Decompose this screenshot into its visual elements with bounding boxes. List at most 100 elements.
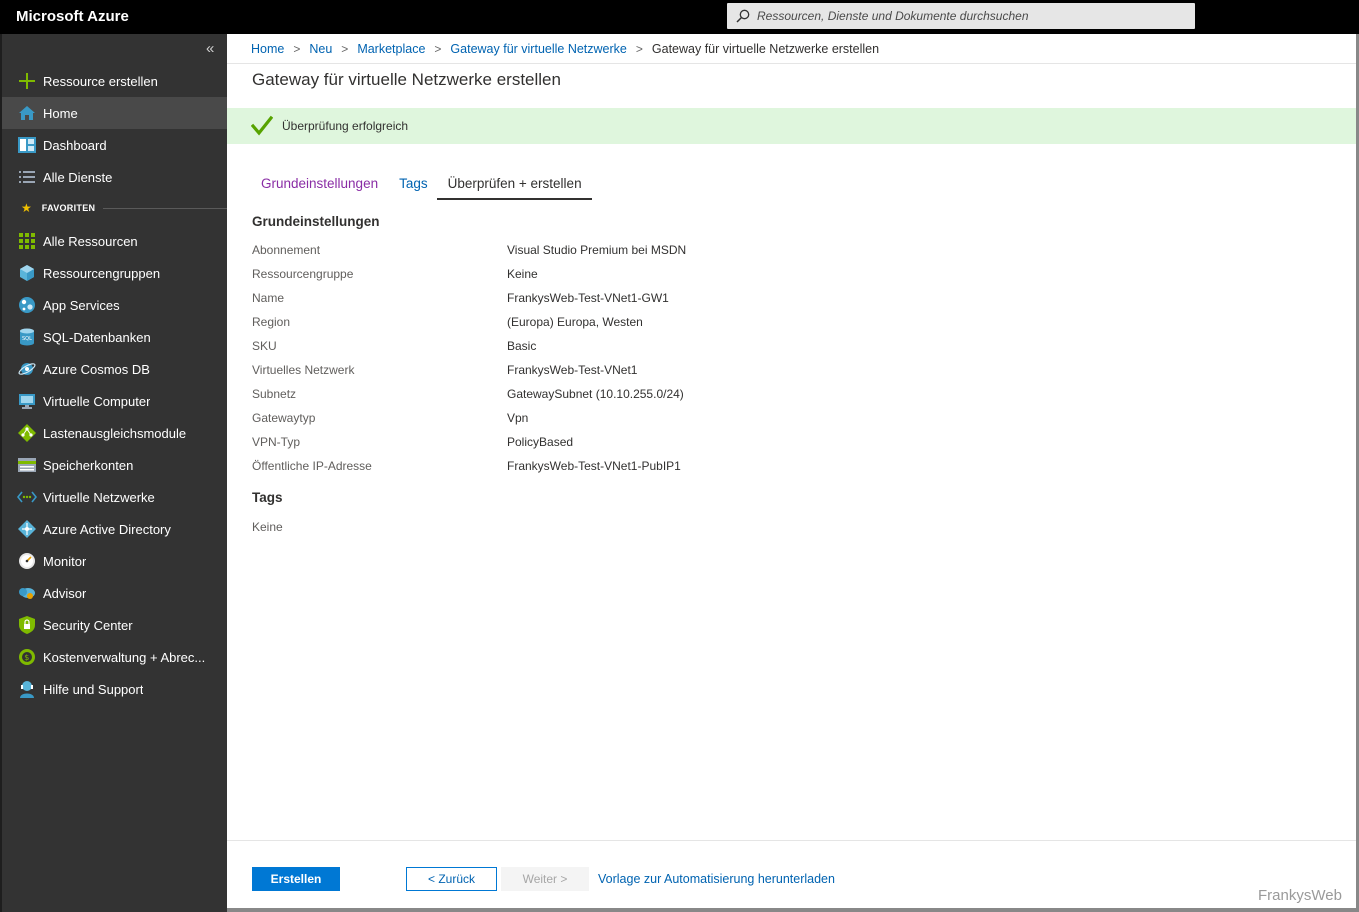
sidebar-item-dashboard[interactable]: Dashboard xyxy=(2,129,227,161)
summary-value: Keine xyxy=(507,267,538,281)
sidebar-item-label: Virtuelle Netzwerke xyxy=(43,489,155,505)
checkmark-icon xyxy=(251,115,273,136)
chevron-right-icon: > xyxy=(293,42,301,56)
aad-icon xyxy=(17,519,37,539)
sidebar-item-home[interactable]: Home xyxy=(2,97,227,129)
sidebar: « Ressource erstellen Home Dashboard All… xyxy=(0,34,227,912)
collapse-sidebar-icon[interactable]: « xyxy=(206,40,214,57)
sidebar-item-label: Azure Active Directory xyxy=(43,521,171,537)
breadcrumb-vnet-gateway[interactable]: Gateway für virtuelle Netzwerke xyxy=(450,42,626,56)
chevron-right-icon: > xyxy=(635,42,643,56)
sidebar-item-app-services[interactable]: App Services xyxy=(2,289,227,321)
sidebar-item-label: Advisor xyxy=(43,585,87,601)
tab-basics[interactable]: Grundeinstellungen xyxy=(252,174,387,200)
cosmos-icon xyxy=(17,359,37,379)
summary-key: Region xyxy=(252,315,291,329)
gauge-icon xyxy=(17,551,37,571)
star-icon: ★ xyxy=(21,201,32,215)
back-button[interactable]: < Zurück xyxy=(406,867,497,891)
sidebar-item-all-services[interactable]: Alle Dienste xyxy=(2,161,227,193)
favorites-header: ★ FAVORITEN xyxy=(2,200,227,216)
sidebar-item-virtual-machines[interactable]: Virtuelle Computer xyxy=(2,385,227,417)
chevron-right-icon: > xyxy=(434,42,442,56)
summary-value: GatewaySubnet (10.10.255.0/24) xyxy=(507,387,684,401)
summary-value: FrankysWeb-Test-VNet1 xyxy=(507,363,638,377)
grid-icon xyxy=(17,231,37,251)
summary-value: PolicyBased xyxy=(507,435,574,449)
section-heading-basics: Grundeinstellungen xyxy=(252,214,380,229)
sidebar-item-label: Monitor xyxy=(43,553,87,569)
summary-row: Gatewaytyp Vpn xyxy=(252,411,528,427)
summary-value: FrankysWeb-Test-VNet1-PubIP1 xyxy=(507,459,681,473)
sidebar-item-storage-accounts[interactable]: Speicherkonten xyxy=(2,449,227,481)
support-icon xyxy=(17,679,37,699)
sidebar-item-sql-databases[interactable]: SQL SQL-Datenbanken xyxy=(2,321,227,353)
summary-key: Öffentliche IP-Adresse xyxy=(252,459,372,473)
search-input[interactable] xyxy=(757,3,1187,29)
summary-row: Name FrankysWeb-Test-VNet1-GW1 xyxy=(252,291,669,307)
section-heading-tags: Tags xyxy=(252,490,283,505)
breadcrumb-new[interactable]: Neu xyxy=(309,42,332,56)
breadcrumb-home[interactable]: Home xyxy=(251,42,284,56)
advisor-icon xyxy=(17,583,37,603)
sidebar-item-all-resources[interactable]: Alle Ressourcen xyxy=(2,225,227,257)
sidebar-item-advisor[interactable]: Advisor xyxy=(2,577,227,609)
tab-review-create[interactable]: Überprüfen + erstellen xyxy=(436,174,592,200)
summary-key: Virtuelles Netzwerk xyxy=(252,363,355,377)
summary-row: Ressourcengruppe Keine xyxy=(252,267,538,283)
load-balancer-icon xyxy=(17,423,37,443)
shield-icon xyxy=(17,615,37,635)
search-icon xyxy=(736,9,750,23)
plus-icon xyxy=(17,71,37,91)
tab-tags[interactable]: Tags xyxy=(387,174,437,200)
sidebar-item-create-resource[interactable]: Ressource erstellen xyxy=(2,65,227,97)
dashboard-icon xyxy=(17,135,37,155)
storage-icon xyxy=(17,455,37,475)
breadcrumb-marketplace[interactable]: Marketplace xyxy=(357,42,425,56)
sidebar-item-cosmos-db[interactable]: Azure Cosmos DB xyxy=(2,353,227,385)
summary-row: Subnetz GatewaySubnet (10.10.255.0/24) xyxy=(252,387,684,403)
sidebar-item-security-center[interactable]: Security Center xyxy=(2,609,227,641)
sidebar-item-help-support[interactable]: Hilfe und Support xyxy=(2,673,227,705)
sidebar-item-monitor[interactable]: Monitor xyxy=(2,545,227,577)
app-services-icon xyxy=(17,295,37,315)
app-title[interactable]: Microsoft Azure xyxy=(16,8,129,25)
summary-row: Virtuelles Netzwerk FrankysWeb-Test-VNet1 xyxy=(252,363,637,379)
monitor-icon xyxy=(17,391,37,411)
sidebar-item-label: Alle Dienste xyxy=(43,169,113,185)
chevron-right-icon: > xyxy=(341,42,349,56)
sidebar-item-virtual-networks[interactable]: Virtuelle Netzwerke xyxy=(2,481,227,513)
watermark: FrankysWeb xyxy=(1258,887,1342,904)
sidebar-item-cost-management[interactable]: $ Kostenverwaltung + Abrec... xyxy=(2,641,227,673)
divider xyxy=(227,63,1356,64)
sidebar-item-label: Kostenverwaltung + Abrec... xyxy=(43,649,206,665)
svg-text:SQL: SQL xyxy=(22,336,32,342)
create-button[interactable]: Erstellen xyxy=(252,867,340,891)
sidebar-item-load-balancers[interactable]: Lastenausgleichsmodule xyxy=(2,417,227,449)
vnet-icon xyxy=(17,487,37,507)
sidebar-item-resource-groups[interactable]: Ressourcengruppen xyxy=(2,257,227,289)
svg-text:$: $ xyxy=(24,653,29,662)
summary-key: Ressourcengruppe xyxy=(252,267,354,281)
sidebar-item-azure-ad[interactable]: Azure Active Directory xyxy=(2,513,227,545)
summary-key: VPN-Typ xyxy=(252,435,301,449)
summary-row: SKU Basic xyxy=(252,339,536,355)
sidebar-item-label: Hilfe und Support xyxy=(43,681,144,697)
summary-value: Visual Studio Premium bei MSDN xyxy=(507,243,687,257)
global-search[interactable] xyxy=(727,3,1195,29)
sidebar-item-label: Dashboard xyxy=(43,137,107,153)
tab-bar: Grundeinstellungen Tags Überprüfen + ers… xyxy=(252,174,592,200)
sidebar-item-label: SQL-Datenbanken xyxy=(43,329,151,345)
tags-value: Keine xyxy=(252,520,283,534)
sidebar-item-label: Ressourcengruppen xyxy=(43,265,161,281)
cost-icon: $ xyxy=(17,647,37,667)
sidebar-item-label: App Services xyxy=(43,297,120,313)
main-panel: Home > Neu > Marketplace > Gateway für v… xyxy=(227,34,1356,908)
sidebar-item-label: Home xyxy=(43,105,78,121)
cube-icon xyxy=(17,263,37,283)
summary-value: (Europa) Europa, Westen xyxy=(507,315,643,329)
sidebar-item-label: Speicherkonten xyxy=(43,457,134,473)
sidebar-item-label: Alle Ressourcen xyxy=(43,233,138,249)
summary-value: Basic xyxy=(507,339,537,353)
download-template-link[interactable]: Vorlage zur Automatisierung herunterlade… xyxy=(598,872,835,886)
